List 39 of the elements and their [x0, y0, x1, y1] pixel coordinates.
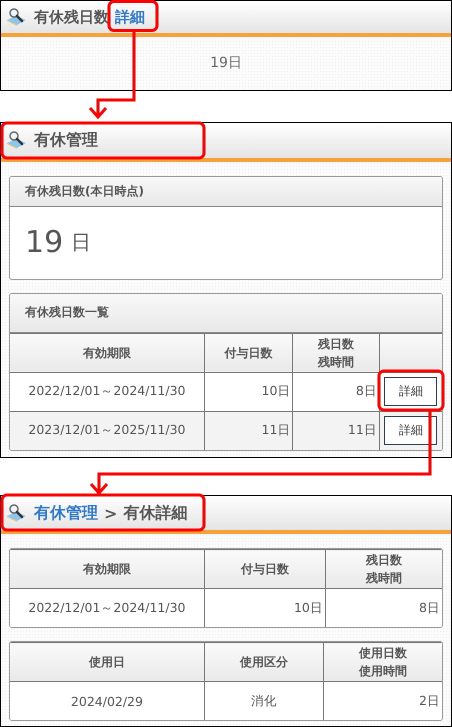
- column-header: 残日数残時間: [318, 336, 355, 371]
- table-cell: 2022/12/01～2024/11/30: [10, 372, 204, 412]
- column-header: 付与日数: [240, 561, 289, 578]
- table-cell: 2024/02/29: [10, 682, 204, 720]
- table-cell: 11日: [292, 411, 380, 450]
- column-header: 残日数残時間: [365, 552, 403, 588]
- table-cell: 10日: [204, 588, 326, 628]
- unit-label: 日: [71, 229, 92, 256]
- column-header: 付与日数: [224, 344, 273, 362]
- column-header: 使用区分: [240, 654, 288, 672]
- column-header: 有効期限: [82, 561, 131, 578]
- highlight-frame: [378, 370, 444, 412]
- table-cell: 消化: [204, 682, 324, 720]
- panel-title: 有休残日数: [34, 8, 109, 26]
- highlight-frame: [108, 0, 158, 32]
- panel-title: 有休管理: [34, 130, 98, 151]
- remaining-days: 19: [25, 225, 64, 260]
- table-cell: 2023/12/01～2025/11/30: [10, 411, 204, 450]
- table-cell: 10日: [204, 372, 293, 412]
- column-header: 有効期限: [82, 344, 131, 362]
- table-cell: 11日: [204, 411, 293, 450]
- detail-button[interactable]: 詳細: [384, 416, 438, 446]
- breadcrumb-current: 有休詳細: [123, 502, 188, 524]
- magnifier-icon: [6, 130, 28, 150]
- card-title: 有休残日数(本日時点): [25, 182, 144, 200]
- magnifier-icon: [6, 503, 28, 524]
- table-cell: 8日: [292, 372, 380, 412]
- detail-link[interactable]: 詳細: [115, 8, 145, 26]
- table-cell: 2022/12/01～2024/11/30: [10, 588, 204, 628]
- table-cell: 2日: [323, 682, 442, 720]
- column-header: 使用日数使用時間: [358, 645, 408, 680]
- remaining-days: 19日: [210, 54, 242, 72]
- breadcrumb-separator: >: [104, 504, 118, 523]
- magnifier-icon: [6, 7, 28, 27]
- column-header: 使用日: [88, 654, 125, 672]
- table-cell: 8日: [325, 588, 442, 628]
- card-title: 有休残日数一覧: [25, 304, 109, 322]
- breadcrumb-link[interactable]: 有休管理: [34, 502, 98, 524]
- detail-button[interactable]: 詳細: [384, 377, 438, 406]
